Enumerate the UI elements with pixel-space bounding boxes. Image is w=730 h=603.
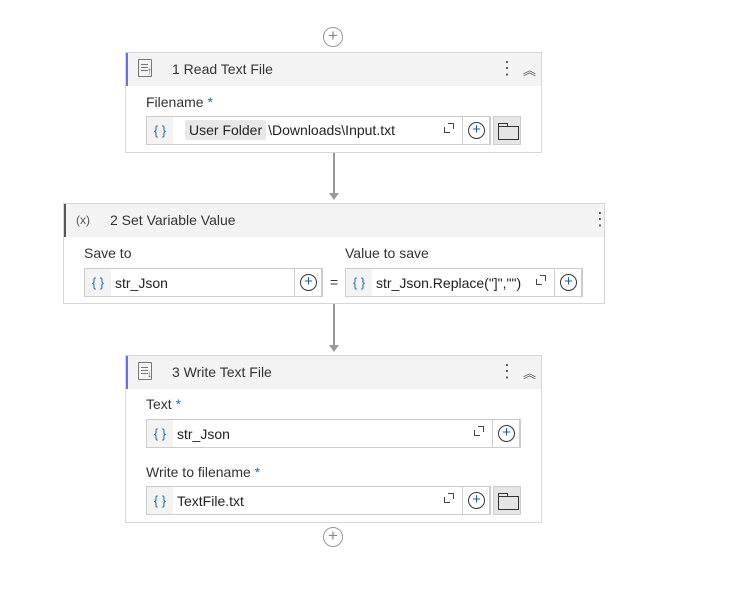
value-to-save-input[interactable]: { } str_Json.Replace("]","") + <box>345 268 583 297</box>
collapse-icon[interactable]: ︽ <box>523 363 536 382</box>
plus-icon: + <box>560 274 577 291</box>
expression-brace-icon[interactable]: { } <box>147 420 173 447</box>
plus-icon: + <box>468 122 485 139</box>
activity-header[interactable]: ↑ 1 Read Text File ⋮ ︽ <box>126 53 541 86</box>
add-plus-button[interactable]: + <box>554 268 582 297</box>
collapse-icon[interactable]: ︽ <box>523 60 536 79</box>
arrow-down-icon: ↓ <box>147 369 152 380</box>
add-plus-button[interactable]: + <box>462 116 490 145</box>
field-label: Write to filename * <box>146 464 260 480</box>
activity-header[interactable]: (x) 2 Set Variable Value ⋮ <box>64 204 609 237</box>
connector-line <box>333 303 335 346</box>
field-value: str_Json.Replace("]","") <box>376 275 522 291</box>
more-options-icon[interactable]: ⋮ <box>591 210 609 228</box>
expression-brace-icon[interactable]: { } <box>346 269 372 296</box>
activity-set-variable-value[interactable]: (x) 2 Set Variable Value ⋮ Save to Value… <box>63 203 609 304</box>
required-mark: * <box>175 396 182 412</box>
field-value: str_Json <box>177 426 230 442</box>
variable-icon: (x) <box>76 213 90 227</box>
text-input[interactable]: { } str_Json + <box>146 419 521 448</box>
more-options-icon[interactable]: ⋮ <box>498 59 516 77</box>
write-filename-input[interactable]: { } TextFile.txt + <box>146 486 491 515</box>
equals-sign: = <box>330 274 339 290</box>
save-to-label: Save to <box>84 245 132 261</box>
expand-icon[interactable] <box>474 426 484 436</box>
expand-icon[interactable] <box>536 275 546 285</box>
connector-arrow <box>329 345 339 352</box>
label-text: Write to filename <box>146 464 251 480</box>
field-value: \Downloads\Input.txt <box>268 122 395 138</box>
plus-icon: + <box>300 274 317 291</box>
filename-input[interactable]: { } User Folder \Downloads\Input.txt + <box>146 116 491 145</box>
browse-folder-button[interactable] <box>493 486 521 515</box>
activity-write-text-file[interactable]: ↓ 3 Write Text File ⋮ ︽ Text * { } str_J… <box>125 355 542 523</box>
expand-icon[interactable] <box>444 123 454 133</box>
add-plus-button[interactable]: + <box>492 419 520 448</box>
field-value: str_Json <box>115 275 168 291</box>
add-activity-bottom-button[interactable]: + <box>323 527 343 547</box>
label-text: Filename <box>146 94 204 110</box>
plus-icon: + <box>498 425 515 442</box>
browse-folder-button[interactable] <box>493 116 521 145</box>
arrow-up-icon: ↑ <box>147 66 152 77</box>
activity-title: 2 Set Variable Value <box>110 212 236 228</box>
save-to-input[interactable]: { } str_Json + <box>84 268 323 297</box>
value-to-save-label: Value to save <box>345 245 429 261</box>
add-plus-button[interactable]: + <box>462 486 490 515</box>
field-label: Text * <box>146 396 181 412</box>
required-mark: * <box>207 94 213 110</box>
user-folder-chip: User Folder <box>185 120 267 140</box>
expression-brace-icon[interactable]: { } <box>147 117 173 144</box>
label-text: Text <box>146 396 172 412</box>
activity-title: 1 Read Text File <box>172 61 273 77</box>
add-activity-top-button[interactable]: + <box>323 27 343 47</box>
more-options-icon[interactable]: ⋮ <box>498 362 516 380</box>
field-value: TextFile.txt <box>177 493 244 509</box>
activity-read-text-file[interactable]: ↑ 1 Read Text File ⋮ ︽ Filename * { } Us… <box>125 52 542 153</box>
required-mark: * <box>254 464 261 480</box>
connector-line <box>333 152 335 194</box>
expression-brace-icon[interactable]: { } <box>147 487 173 514</box>
activity-header[interactable]: ↓ 3 Write Text File ⋮ ︽ <box>126 356 541 389</box>
plus-icon: + <box>468 492 485 509</box>
connector-arrow <box>329 193 339 200</box>
expression-brace-icon[interactable]: { } <box>85 269 111 296</box>
add-plus-button[interactable]: + <box>294 268 322 297</box>
activity-title: 3 Write Text File <box>172 364 272 380</box>
expand-icon[interactable] <box>444 493 454 503</box>
field-label: Filename * <box>146 94 213 110</box>
